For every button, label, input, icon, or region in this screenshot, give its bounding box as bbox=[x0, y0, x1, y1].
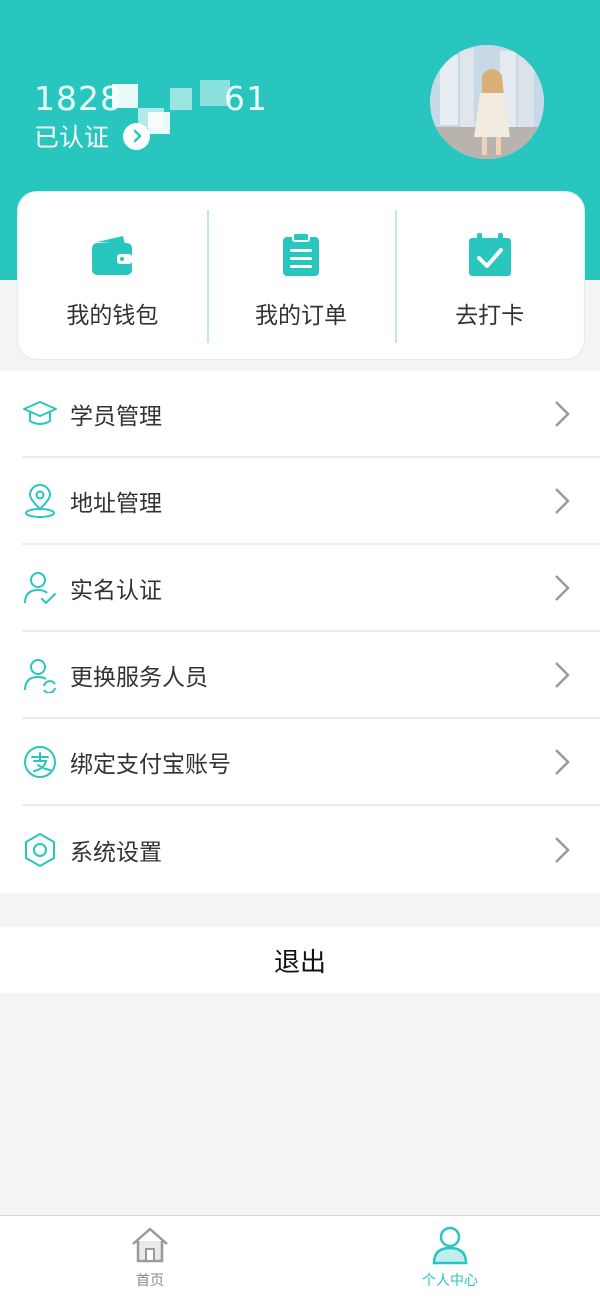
privacy-mosaic bbox=[170, 88, 192, 110]
menu-item-student-management[interactable]: 学员管理 bbox=[22, 371, 600, 458]
tab-home[interactable]: 首页 bbox=[0, 1216, 300, 1299]
logout-label: 退出 bbox=[273, 947, 326, 978]
quick-actions-card: 我的钱包 我的订单 去打卡 bbox=[17, 191, 585, 360]
tab-profile-label: 个人中心 bbox=[422, 1273, 478, 1289]
calendar-check-icon bbox=[468, 233, 511, 276]
graduation-cap-icon bbox=[23, 400, 57, 425]
logout-button[interactable]: 退出 bbox=[0, 927, 600, 993]
person-icon bbox=[432, 1226, 468, 1265]
privacy-mosaic bbox=[200, 80, 230, 106]
menu-item-system-settings[interactable]: 系统设置 bbox=[22, 806, 600, 893]
menu-item-label: 系统设置 bbox=[70, 839, 162, 866]
order-icon bbox=[283, 232, 319, 276]
quick-action-label: 我的钱包 bbox=[66, 303, 159, 329]
quick-action-orders[interactable]: 我的订单 bbox=[206, 192, 396, 359]
chevron-right-icon bbox=[555, 400, 570, 427]
bottom-tab-bar: 首页 个人中心 bbox=[0, 1215, 600, 1299]
menu-item-label: 绑定支付宝账号 bbox=[70, 751, 231, 778]
settings-menu: 学员管理 地址管理 实名认证 更换服务人员 绑定支付宝账号 系统设置 bbox=[0, 371, 600, 893]
wallet-icon bbox=[92, 236, 133, 275]
chevron-right-icon bbox=[555, 661, 570, 688]
avatar[interactable] bbox=[430, 45, 544, 159]
user-switch-icon bbox=[24, 658, 56, 693]
privacy-mosaic bbox=[148, 112, 170, 134]
menu-item-address-management[interactable]: 地址管理 bbox=[22, 458, 600, 545]
menu-item-label: 地址管理 bbox=[70, 490, 162, 517]
tab-home-label: 首页 bbox=[136, 1273, 164, 1289]
verified-status[interactable]: 已认证 bbox=[34, 118, 151, 154]
quick-action-label: 去打卡 bbox=[455, 303, 525, 329]
menu-item-label: 学员管理 bbox=[70, 403, 162, 430]
quick-action-wallet[interactable]: 我的钱包 bbox=[18, 192, 207, 359]
chevron-right-icon bbox=[555, 748, 570, 775]
user-verify-icon bbox=[24, 571, 56, 604]
menu-item-change-service-staff[interactable]: 更换服务人员 bbox=[22, 632, 600, 719]
privacy-mosaic bbox=[112, 84, 138, 108]
menu-item-label: 实名认证 bbox=[70, 577, 162, 604]
quick-action-checkin[interactable]: 去打卡 bbox=[395, 192, 584, 359]
location-icon bbox=[25, 483, 55, 518]
verified-label: 已认证 bbox=[34, 123, 110, 152]
chevron-right-icon bbox=[123, 122, 151, 150]
menu-item-label: 更换服务人员 bbox=[70, 664, 208, 691]
home-icon bbox=[132, 1227, 168, 1263]
settings-hexagon-icon bbox=[25, 832, 55, 867]
chevron-right-icon bbox=[555, 836, 570, 863]
tab-profile[interactable]: 个人中心 bbox=[300, 1216, 600, 1299]
quick-action-label: 我的订单 bbox=[255, 303, 347, 329]
menu-item-bind-alipay[interactable]: 绑定支付宝账号 bbox=[22, 719, 600, 806]
alipay-icon bbox=[24, 745, 56, 778]
chevron-right-icon bbox=[555, 487, 570, 514]
menu-item-real-name-verification[interactable]: 实名认证 bbox=[22, 545, 600, 632]
chevron-right-icon bbox=[555, 574, 570, 601]
